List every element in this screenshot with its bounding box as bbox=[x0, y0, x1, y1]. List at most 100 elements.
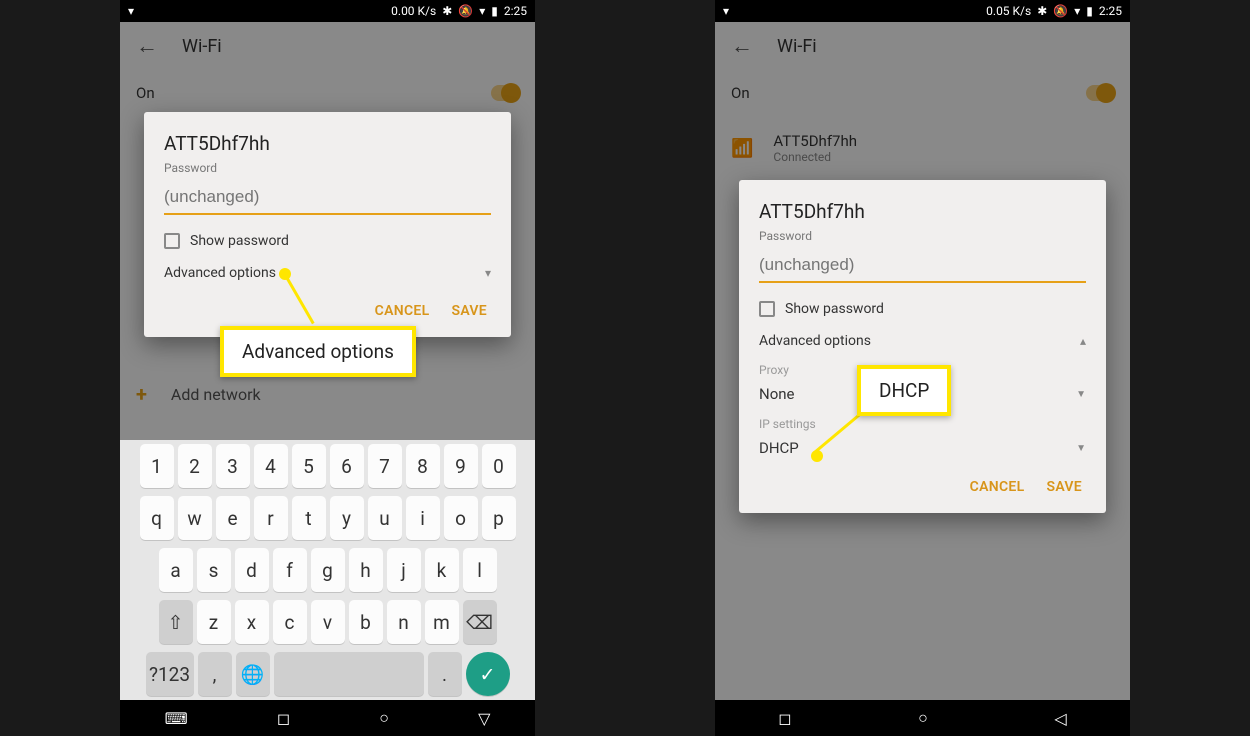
wifi-edit-dialog: ATT5Dhf7hh Password Show password Advanc… bbox=[144, 112, 511, 337]
key-k[interactable]: k bbox=[425, 548, 459, 592]
globe-key[interactable]: 🌐 bbox=[236, 652, 270, 696]
key-8[interactable]: 8 bbox=[406, 444, 440, 488]
net-speed: 0.05 K/s bbox=[986, 4, 1031, 18]
page-title: Wi-Fi bbox=[182, 36, 222, 57]
show-password-checkbox[interactable] bbox=[759, 301, 775, 317]
key-5[interactable]: 5 bbox=[292, 444, 326, 488]
password-label: Password bbox=[164, 161, 491, 175]
key-f[interactable]: f bbox=[273, 548, 307, 592]
home-icon[interactable]: ○ bbox=[379, 708, 389, 728]
ip-settings-label: IP settings bbox=[759, 417, 1086, 431]
show-password-row[interactable]: Show password bbox=[164, 233, 491, 249]
key-6[interactable]: 6 bbox=[330, 444, 364, 488]
save-button[interactable]: SAVE bbox=[451, 303, 487, 319]
key-r[interactable]: r bbox=[254, 496, 288, 540]
nav-bar: ⌨ ◻ ○ ▽ bbox=[120, 700, 535, 736]
key-j[interactable]: j bbox=[387, 548, 421, 592]
key-7[interactable]: 7 bbox=[368, 444, 402, 488]
wifi-toggle[interactable] bbox=[491, 85, 519, 101]
symbols-key[interactable]: ?123 bbox=[146, 652, 194, 696]
page-title: Wi-Fi bbox=[777, 36, 817, 57]
home-icon[interactable]: ○ bbox=[918, 708, 928, 728]
network-ssid: ATT5Dhf7hh bbox=[773, 132, 857, 150]
key-d[interactable]: d bbox=[235, 548, 269, 592]
show-password-row[interactable]: Show password bbox=[759, 301, 1086, 317]
advanced-options-toggle[interactable]: Advanced options ▾ bbox=[164, 261, 491, 289]
key-m[interactable]: m bbox=[425, 600, 459, 644]
back-nav-icon[interactable]: ◁ bbox=[1054, 709, 1066, 728]
key-y[interactable]: y bbox=[330, 496, 364, 540]
key-g[interactable]: g bbox=[311, 548, 345, 592]
back-icon[interactable]: ← bbox=[731, 33, 753, 59]
soft-keyboard[interactable]: 1234567890 qwertyuiop asdfghjkl ⇧ zxcvbn… bbox=[120, 440, 535, 700]
key-p[interactable]: p bbox=[482, 496, 516, 540]
recents-icon[interactable]: ◻ bbox=[778, 709, 791, 728]
shift-key[interactable]: ⇧ bbox=[159, 600, 193, 644]
cancel-button[interactable]: CANCEL bbox=[970, 479, 1025, 495]
key-z[interactable]: z bbox=[197, 600, 231, 644]
wifi-state-label: On bbox=[136, 84, 155, 102]
password-input[interactable] bbox=[164, 181, 491, 215]
key-a[interactable]: a bbox=[159, 548, 193, 592]
clock: 2:25 bbox=[1099, 4, 1122, 18]
key-c[interactable]: c bbox=[273, 600, 307, 644]
key-v[interactable]: v bbox=[311, 600, 345, 644]
key-o[interactable]: o bbox=[444, 496, 478, 540]
battery-icon: ▮ bbox=[1086, 4, 1093, 18]
wifi-network-item[interactable]: 📶 ATT5Dhf7hh Connected bbox=[715, 116, 1130, 180]
app-header: ← Wi-Fi bbox=[715, 22, 1130, 70]
status-bar: ▾ 0.05 K/s ✱ 🔕 ▾ ▮ 2:25 bbox=[715, 0, 1130, 22]
key-2[interactable]: 2 bbox=[178, 444, 212, 488]
recents-icon[interactable]: ◻ bbox=[277, 709, 290, 728]
key-w[interactable]: w bbox=[178, 496, 212, 540]
wifi-status-icon: ▾ bbox=[128, 4, 134, 18]
comma-key[interactable]: , bbox=[198, 652, 232, 696]
key-i[interactable]: i bbox=[406, 496, 440, 540]
space-key[interactable] bbox=[274, 652, 424, 696]
period-key[interactable]: . bbox=[428, 652, 462, 696]
dropdown-icon: ▼ bbox=[1076, 389, 1086, 400]
app-header: ← Wi-Fi bbox=[120, 22, 535, 70]
key-9[interactable]: 9 bbox=[444, 444, 478, 488]
key-n[interactable]: n bbox=[387, 600, 421, 644]
key-t[interactable]: t bbox=[292, 496, 326, 540]
ip-settings-select[interactable]: DHCP ▼ bbox=[759, 431, 1086, 465]
dialog-ssid: ATT5Dhf7hh bbox=[164, 132, 491, 155]
wifi-toggle[interactable] bbox=[1086, 85, 1114, 101]
key-q[interactable]: q bbox=[140, 496, 174, 540]
password-label: Password bbox=[759, 229, 1086, 243]
key-0[interactable]: 0 bbox=[482, 444, 516, 488]
status-bar: ▾ 0.00 K/s ✱ 🔕 ▾ ▮ 2:25 bbox=[120, 0, 535, 22]
key-4[interactable]: 4 bbox=[254, 444, 288, 488]
key-x[interactable]: x bbox=[235, 600, 269, 644]
net-speed: 0.00 K/s bbox=[391, 4, 436, 18]
save-button[interactable]: SAVE bbox=[1046, 479, 1082, 495]
advanced-options-toggle[interactable]: Advanced options ▴ bbox=[759, 329, 1086, 357]
key-u[interactable]: u bbox=[368, 496, 402, 540]
nav-bar: ◻ ○ ◁ bbox=[715, 700, 1130, 736]
show-password-checkbox[interactable] bbox=[164, 233, 180, 249]
chevron-down-icon: ▾ bbox=[485, 266, 491, 280]
key-h[interactable]: h bbox=[349, 548, 383, 592]
key-1[interactable]: 1 bbox=[140, 444, 174, 488]
bluetooth-icon: ✱ bbox=[1037, 4, 1047, 18]
key-b[interactable]: b bbox=[349, 600, 383, 644]
backspace-key[interactable]: ⌫ bbox=[463, 600, 497, 644]
wifi-edit-dialog: ATT5Dhf7hh Password Show password Advanc… bbox=[739, 180, 1106, 513]
mute-icon: 🔕 bbox=[458, 4, 473, 18]
key-3[interactable]: 3 bbox=[216, 444, 250, 488]
key-e[interactable]: e bbox=[216, 496, 250, 540]
wifi-master-toggle-row: On bbox=[715, 70, 1130, 116]
back-nav-icon[interactable]: ▽ bbox=[478, 709, 490, 728]
dropdown-icon: ▼ bbox=[1076, 443, 1086, 454]
cancel-button[interactable]: CANCEL bbox=[375, 303, 430, 319]
keyboard-nav-icon[interactable]: ⌨ bbox=[165, 709, 188, 728]
signal-icon: ▾ bbox=[479, 4, 485, 18]
back-icon[interactable]: ← bbox=[136, 33, 158, 59]
password-input[interactable] bbox=[759, 249, 1086, 283]
dialog-ssid: ATT5Dhf7hh bbox=[759, 200, 1086, 223]
key-s[interactable]: s bbox=[197, 548, 231, 592]
network-status: Connected bbox=[773, 150, 857, 164]
enter-key[interactable]: ✓ bbox=[466, 652, 510, 696]
key-l[interactable]: l bbox=[463, 548, 497, 592]
